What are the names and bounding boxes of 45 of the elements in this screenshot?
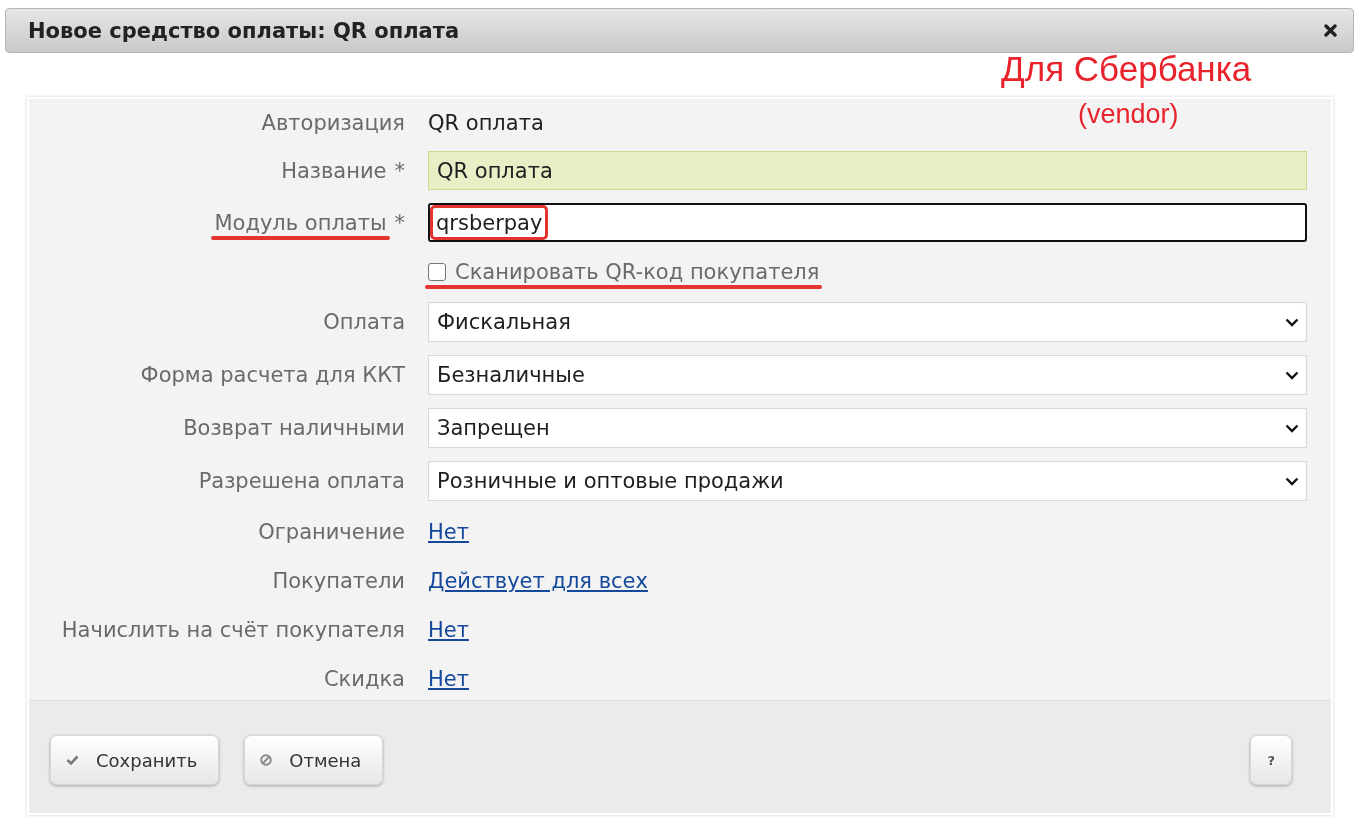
annotation-title: Для Сбербанка (1001, 49, 1252, 89)
dropdown[interactable]: Розничные и оптовые продажи (428, 461, 1307, 501)
dropdown-value: Розничные и оптовые продажи (437, 469, 784, 493)
link[interactable]: Действует для всех (428, 569, 648, 593)
field-label: Ограничение (258, 520, 405, 544)
dialog-title: Новое средство оплаты: QR оплата (28, 18, 460, 43)
field-label: Оплата (323, 310, 405, 334)
link[interactable]: Нет (428, 520, 469, 544)
close-icon[interactable] (1324, 24, 1337, 37)
field-label: Скидка (323, 667, 405, 691)
dropdown-value: Безналичные (437, 363, 585, 387)
checkbox[interactable] (428, 263, 446, 281)
chevron-down-icon (1285, 317, 1299, 327)
link[interactable]: Нет (428, 618, 469, 642)
save-button[interactable]: Сохранить (50, 735, 220, 785)
dropdown[interactable]: Фискальная (428, 302, 1307, 342)
required-mark: * (394, 210, 405, 235)
input-field[interactable]: QR оплата (428, 151, 1307, 190)
field-label: Начислить на счёт покупателя (61, 618, 405, 642)
field-value: QR оплата (437, 158, 553, 183)
required-mark: * (394, 158, 405, 183)
checkbox-label[interactable]: Сканировать QR-код покупателя (455, 260, 820, 284)
dropdown-value: Фискальная (437, 310, 571, 334)
field-value: QR оплата (428, 111, 544, 135)
chevron-down-icon (1285, 370, 1299, 380)
dropdown[interactable]: Безналичные (428, 355, 1307, 395)
field-label: Авторизация (261, 111, 405, 135)
help-button[interactable]: ? (1250, 735, 1292, 785)
link[interactable]: Нет (428, 667, 469, 691)
dropdown-value: Запрещен (437, 416, 550, 440)
field-label: Разрешена оплата (198, 469, 405, 493)
field-label: Модуль оплаты (214, 210, 387, 235)
field-value: qrsberpay (430, 205, 549, 240)
cancel-button[interactable]: Отмена (244, 735, 384, 785)
check-icon (66, 755, 79, 765)
field-label: Покупатели (272, 569, 405, 593)
field-label: Форма расчета для ККТ (140, 363, 405, 387)
chevron-down-icon (1285, 476, 1299, 486)
ban-icon (260, 754, 273, 766)
input-field[interactable]: qrsberpay (428, 203, 1307, 242)
dropdown[interactable]: Запрещен (428, 408, 1307, 448)
chevron-down-icon (1285, 423, 1299, 433)
field-label: Название (281, 158, 387, 183)
field-label: Возврат наличными (183, 416, 405, 440)
annotation-note: (vendor) (1078, 99, 1179, 130)
